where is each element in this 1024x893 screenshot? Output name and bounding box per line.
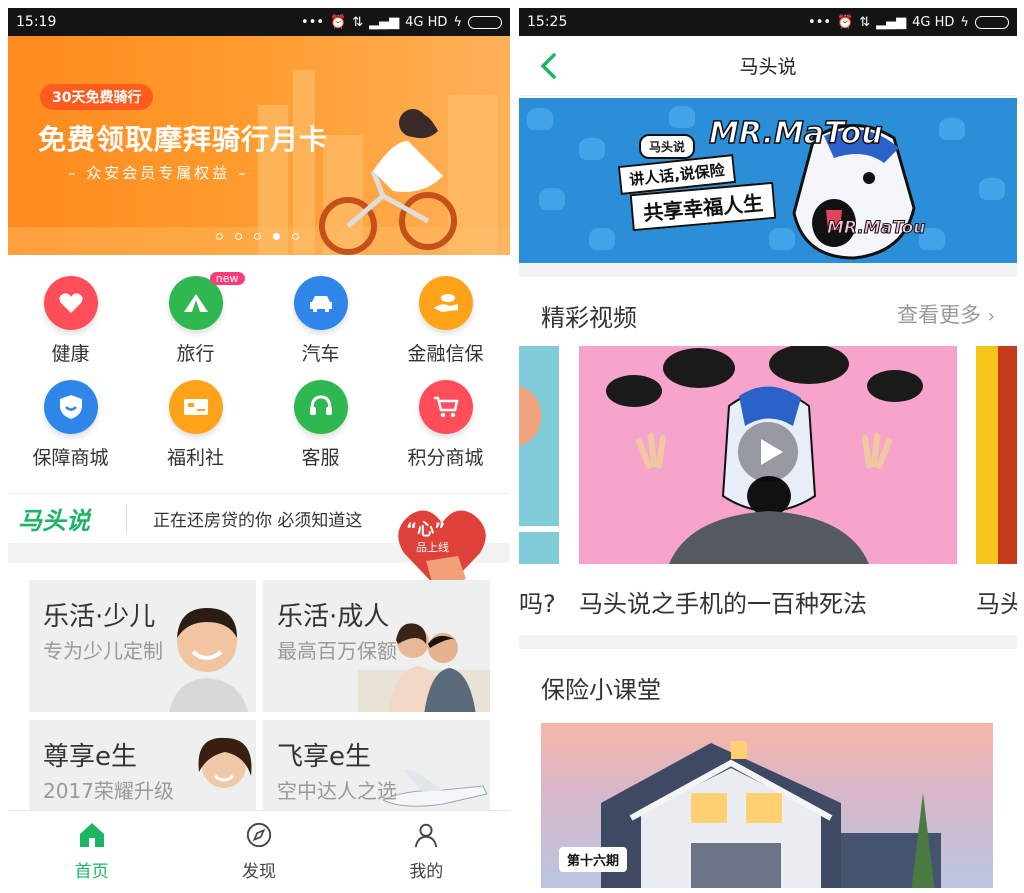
alarm-icon: ⏰ — [837, 14, 854, 30]
tab-profile[interactable]: 我的 — [343, 811, 510, 888]
screenshot-root: 15:19 ••• ⏰ ⇅ ▂▄▆ 4G HD ϟ 30天免费骑行 免费领取摩拜… — [0, 0, 1024, 893]
promo-badge: 30天免费骑行 — [40, 84, 154, 110]
kid-photo — [169, 608, 249, 712]
charging-icon: ϟ — [960, 14, 969, 30]
alarm-icon: ⏰ — [330, 14, 347, 30]
card-subtitle: 专为少儿定制 — [43, 639, 163, 663]
network-type: 4G HD — [405, 14, 448, 30]
category-car[interactable]: 汽车 — [258, 276, 383, 366]
classroom-article-card[interactable]: 第十六期 — [541, 723, 993, 888]
category-health[interactable]: 健康 — [8, 276, 133, 366]
tab-home[interactable]: 首页 — [8, 811, 175, 888]
carousel-indicator — [216, 233, 299, 240]
heart-icon — [43, 276, 98, 330]
video-caption-main[interactable]: 马头说之手机的一百种死法 — [579, 584, 867, 619]
category-customer-service[interactable]: 客服 — [258, 380, 383, 470]
card-title: 飞享e生 — [277, 742, 371, 772]
headset-icon — [293, 380, 348, 434]
shield-icon — [43, 380, 98, 434]
more-dots-icon: ••• — [301, 14, 325, 30]
heart-promo-sub: 品上线 — [416, 541, 449, 554]
matou-brand-logo: 马头说 — [18, 507, 90, 535]
card-subtitle: 最高百万保额 — [277, 639, 397, 663]
promo-banner[interactable]: 30天免费骑行 免费领取摩拜骑行月卡 – 众安会员专属权益 – — [8, 36, 510, 255]
hand-coin-icon — [418, 276, 473, 330]
woman-photo — [198, 737, 252, 788]
home-screen: 15:19 ••• ⏰ ⇅ ▂▄▆ 4G HD ϟ 30天免费骑行 免费领取摩拜… — [8, 8, 510, 888]
carousel-dot — [254, 233, 261, 240]
signal-icon: ▂▄▆ — [876, 14, 907, 30]
charging-icon: ϟ — [453, 14, 462, 30]
matou-screen: 15:25 ••• ⏰ ⇅ ▂▄▆ 4G HD ϟ 马头说 MR.MaTou 马… — [519, 8, 1017, 888]
episode-badge: 第十六期 — [559, 847, 628, 872]
product-card-premium[interactable]: 尊享e生 2017荣耀升级 — [29, 720, 256, 812]
cyclist-illustration — [319, 109, 457, 255]
category-welfare[interactable]: 福利社 — [133, 380, 258, 470]
carousel-dot — [235, 233, 242, 240]
tent-icon: new — [168, 272, 245, 330]
nav-bar: 马头说 — [519, 36, 1017, 96]
user-icon — [415, 823, 438, 848]
card-title: 乐活·少儿 — [43, 602, 156, 632]
home-icon — [79, 823, 104, 847]
category-finance[interactable]: 金融信保 — [383, 276, 508, 366]
ticket-icon — [168, 380, 223, 434]
car-icon — [293, 276, 348, 330]
back-button[interactable] — [539, 52, 557, 84]
carousel-dot — [216, 233, 223, 240]
battery-icon — [975, 15, 1009, 29]
signal-icon: ▂▄▆ — [369, 14, 400, 30]
carousel-dot-active — [273, 233, 280, 240]
videos-section-title: 精彩视频 — [541, 304, 637, 332]
product-card-kids[interactable]: 乐活·少儿 专为少儿定制 — [29, 580, 256, 712]
video-caption-next: 马头 — [976, 590, 1017, 618]
product-card-flight[interactable]: 飞享e生 空中达人之选 — [263, 720, 490, 812]
compass-icon — [246, 822, 272, 848]
card-subtitle: 空中达人之选 — [277, 779, 397, 803]
category-grid-row-1: 健康 new 旅行 汽车 金融信保 — [8, 272, 510, 366]
airplane-photo — [383, 770, 488, 807]
network-type: 4G HD — [912, 14, 955, 30]
card-subtitle: 2017荣耀升级 — [43, 779, 174, 803]
matou-banner[interactable]: MR.MaTou 马头说 讲人话,说保险 共享幸福人生 MR.MaTou — [519, 98, 1017, 263]
category-protection-mall[interactable]: 保障商城 — [8, 380, 133, 470]
video-thumb-prev[interactable] — [519, 346, 559, 564]
promo-title: 免费领取摩拜骑行月卡 — [38, 123, 329, 156]
matou-logo: MR.MaTou — [708, 115, 883, 152]
tab-discover[interactable]: 发现 — [175, 811, 342, 888]
more-dots-icon: ••• — [808, 14, 832, 30]
new-badge: new — [209, 272, 245, 285]
video-thumb-main[interactable] — [579, 346, 957, 564]
status-bar: 15:19 ••• ⏰ ⇅ ▂▄▆ 4G HD ϟ — [8, 8, 510, 36]
chevron-left-icon — [540, 53, 556, 79]
matou-tag: 马头说 — [639, 134, 696, 159]
cart-icon — [418, 380, 473, 434]
heart-promo-label: “心” — [406, 520, 446, 540]
status-bar: 15:25 ••• ⏰ ⇅ ▂▄▆ 4G HD ϟ — [519, 8, 1017, 36]
status-time: 15:19 — [16, 14, 57, 30]
promo-subtitle: – 众安会员专属权益 – — [68, 164, 249, 182]
card-title: 尊享e生 — [43, 742, 137, 772]
video-caption-prev: 吗? — [519, 590, 556, 618]
news-headline: 正在还房贷的你 必须知道这 — [153, 511, 363, 531]
video-thumb-next[interactable] — [976, 346, 1017, 564]
play-icon[interactable] — [737, 421, 799, 483]
bottom-tab-bar: 首页 发现 我的 — [8, 810, 510, 888]
category-grid-row-2: 保障商城 福利社 客服 积分商城 — [8, 380, 510, 470]
category-points-mall[interactable]: 积分商城 — [383, 380, 508, 470]
classroom-section-title: 保险小课堂 — [541, 676, 661, 704]
data-transfer-icon: ⇅ — [352, 14, 364, 30]
matou-logo-small: MR.MaTou — [826, 218, 926, 239]
data-transfer-icon: ⇅ — [859, 14, 871, 30]
see-more-link[interactable]: 查看更多 › — [897, 299, 995, 329]
carousel-dot — [292, 233, 299, 240]
status-time: 15:25 — [527, 14, 568, 30]
battery-icon — [468, 15, 502, 29]
product-card-adults[interactable]: 乐活·成人 最高百万保额 — [263, 580, 490, 712]
category-travel[interactable]: new 旅行 — [133, 272, 258, 366]
page-title: 马头说 — [739, 56, 797, 78]
chevron-right-icon: › — [987, 306, 995, 327]
card-title: 乐活·成人 — [277, 602, 390, 632]
